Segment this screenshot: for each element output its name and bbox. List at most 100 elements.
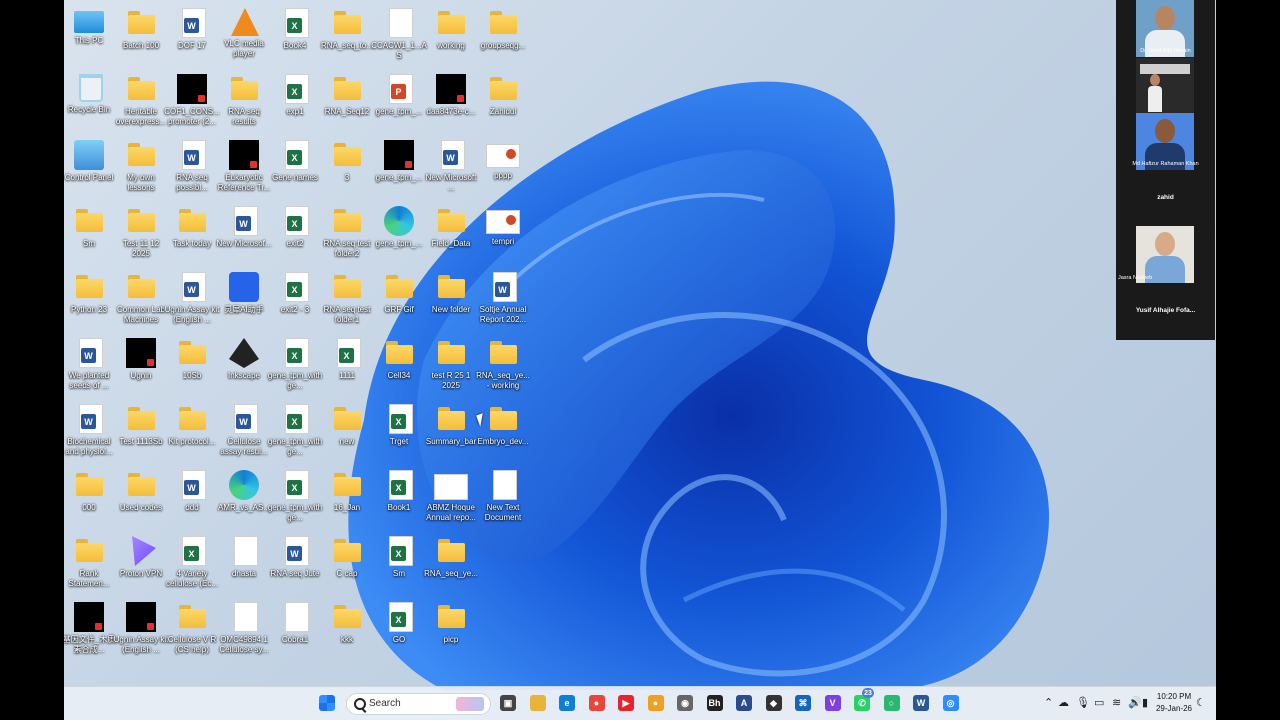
desktop-icon[interactable]: X Sm [373,530,425,596]
desktop-icon[interactable]: Ugnin Assay kit (English ... [114,596,168,662]
desktop-icon[interactable]: Heritable overexpress... [115,68,167,134]
desktop-icon[interactable]: test R 25 1 2025 [425,332,477,398]
desktop-icon[interactable]: 16_Jan [321,464,373,530]
desktop-icon[interactable]: Batch 100 [115,2,167,68]
desktop-icon[interactable]: X Trget [373,398,425,464]
desktop-icon[interactable]: 灵犀AI助手 [218,266,270,332]
desktop-icon[interactable]: RNA_seq_to... [321,2,373,68]
desktop-icon[interactable]: Zahidul [477,68,529,134]
desktop-icon[interactable]: RNA seq test folder2 [321,200,373,266]
task-view-icon[interactable]: ▣ [500,695,516,711]
desktop-icon[interactable]: gene_tpm_... [373,134,425,200]
desktop-icon[interactable]: RNA seq test folder1 [321,266,373,332]
desktop-icon[interactable]: daa8473e-c... [425,68,477,134]
desktop-icon[interactable]: X Gene names [269,134,321,200]
desktop-icon[interactable]: C cap [321,530,373,596]
desktop-icon[interactable]: gene_tpm_... [373,200,425,266]
desktop-icon[interactable]: W We planted seeds of ... [64,332,115,398]
desktop-icon[interactable]: working [425,2,477,68]
desktop-icon[interactable]: Eukaryotic Reference Tr... [218,134,270,200]
desktop-icon[interactable]: Cobra1 [269,596,321,662]
chrome-icon[interactable]: ● [588,695,605,711]
desktop-icon[interactable]: W New Microsof... [216,200,272,266]
desktop-icon[interactable]: Test 1113Sb [115,398,167,464]
app-bracket-icon[interactable]: ⌘ [795,695,811,711]
wifi-icon[interactable]: ≋ [1112,696,1121,709]
desktop-icon[interactable]: W Biochemical and physiol... [64,398,115,464]
desktop-icon[interactable]: W Soltje Annual Report 202... [477,266,529,332]
desktop-icon[interactable]: Xgene_tpm_with ge... [268,398,322,464]
app-ring-icon[interactable]: ○ [883,695,900,711]
desktop-icon[interactable]: ABMZ Hoque Annual repo... [425,464,477,530]
desktop-icon[interactable]: Cellulose V R (CS help) [166,596,218,662]
desktop-icon[interactable]: This PC [64,2,115,68]
desktop-icon[interactable]: W Cellulose assay resul... [218,398,270,464]
desktop-icon[interactable]: W Ugnin Assay kit (English ... [165,266,219,332]
desktop-icon[interactable]: 3 [321,134,373,200]
desktop-icon[interactable]: groupseqg... [477,2,529,68]
desktop-icon[interactable]: RNA_seq_ye... [424,530,478,596]
app-v-icon[interactable]: V [824,695,841,711]
desktop-icon[interactable]: Xexit2 - 3 [269,266,321,332]
camera-icon[interactable]: ◉ [677,695,693,711]
app-a-icon[interactable]: A [736,695,752,711]
desktop-icon[interactable]: Used codes [115,464,167,530]
desktop-icon[interactable]: X Book4 [269,2,321,68]
desktop-icon[interactable]: tempri [477,200,529,266]
whatsapp-icon[interactable]: ✆ 23 [854,688,874,711]
app-cube-icon[interactable]: ◆ [765,695,782,711]
desktop-icon[interactable]: dnasta [218,530,270,596]
zoom-icon[interactable]: ◎ [942,695,959,711]
battery-icon[interactable]: ▮ [1142,696,1148,709]
participant-tile[interactable] [1136,58,1194,115]
desktop-icon[interactable]: New Text Document [477,464,529,530]
volume-icon[interactable]: 🔊 [1128,696,1142,709]
desktop-icon[interactable]: Control Panel [64,134,115,200]
cloud-icon[interactable]: ☁ [1058,696,1069,709]
chevron-up-icon[interactable]: ⌃ [1044,696,1053,709]
desktop-icon[interactable]: Embryo_dev... [477,398,529,464]
desktop-icon[interactable]: W New Microsoft ... [425,134,477,200]
search-box[interactable]: Search [346,693,491,715]
edge-icon[interactable]: e [559,695,575,711]
behance-icon[interactable]: Bh [706,695,723,711]
desktop-icon[interactable]: picp [425,596,477,662]
clock-date[interactable]: 29-Jan-26 [1155,704,1193,713]
task-icon[interactable]: ▭ [1094,696,1104,709]
desktop-icon[interactable]: Recycle Bin [64,68,115,134]
youtube-icon[interactable]: ▶ [618,695,634,711]
desktop-icon[interactable]: Summary_bar [425,398,477,464]
desktop-icon[interactable]: Xexp1 [269,68,321,134]
desktop-icon[interactable]: Wddd [166,464,218,530]
desktop-icon[interactable]: Proton VPN [115,530,167,596]
desktop-icon[interactable]: Inkscape [218,332,270,398]
desktop-icon[interactable]: 基因文件_木质素合成... [64,596,115,662]
desktop-icon[interactable]: RNA_Seq12 [321,68,373,134]
desktop-icon[interactable]: Rank Statemen... [64,530,115,596]
desktop-icon[interactable]: Cell34 [373,332,425,398]
desktop-icon[interactable]: My own lessons [115,134,167,200]
desktop-icon[interactable]: New folder [425,266,477,332]
word-icon[interactable]: W [913,695,929,711]
desktop-icon[interactable]: W RNA seq Jute [269,530,321,596]
desktop-icon[interactable]: W RNA seq possibl... [166,134,218,200]
desktop-icon[interactable]: OMC49894.1 Cellulose sy... [218,596,270,662]
clock-time[interactable]: 10:20 PM [1155,692,1193,701]
desktop-icon[interactable]: new [321,398,373,464]
desktop-icon[interactable]: kkk [321,596,373,662]
desktop-icon[interactable]: Field_Data [425,200,477,266]
desktop-icon[interactable]: RNA seq results [218,68,270,134]
desktop-icon[interactable]: GRF Gif [373,266,425,332]
microphone-icon[interactable]: 🎙 [1076,696,1090,709]
desktop-icon[interactable]: Pgene_tpm_... [373,68,425,134]
desktop-icon[interactable]: X 1111 [321,332,373,398]
desktop-icon[interactable]: COF1_CONS... promoter (2... [164,68,220,134]
desktop-icon[interactable]: X 4 Variety cellulose (Ec... [166,530,218,596]
desktop-icon[interactable]: X GO [373,596,425,662]
desktop-icon[interactable]: RNA_seq_ye... - working [476,332,530,398]
desktop-icon[interactable]: AMR_vs_AS... [218,464,270,530]
desktop-icon[interactable]: VLC media player [218,2,270,68]
desktop-icon[interactable]: Kit protocol... [166,398,218,464]
mango-icon[interactable]: ● [647,695,664,711]
desktop-icon[interactable]: Xgene_tpm_with ge... [268,332,322,398]
